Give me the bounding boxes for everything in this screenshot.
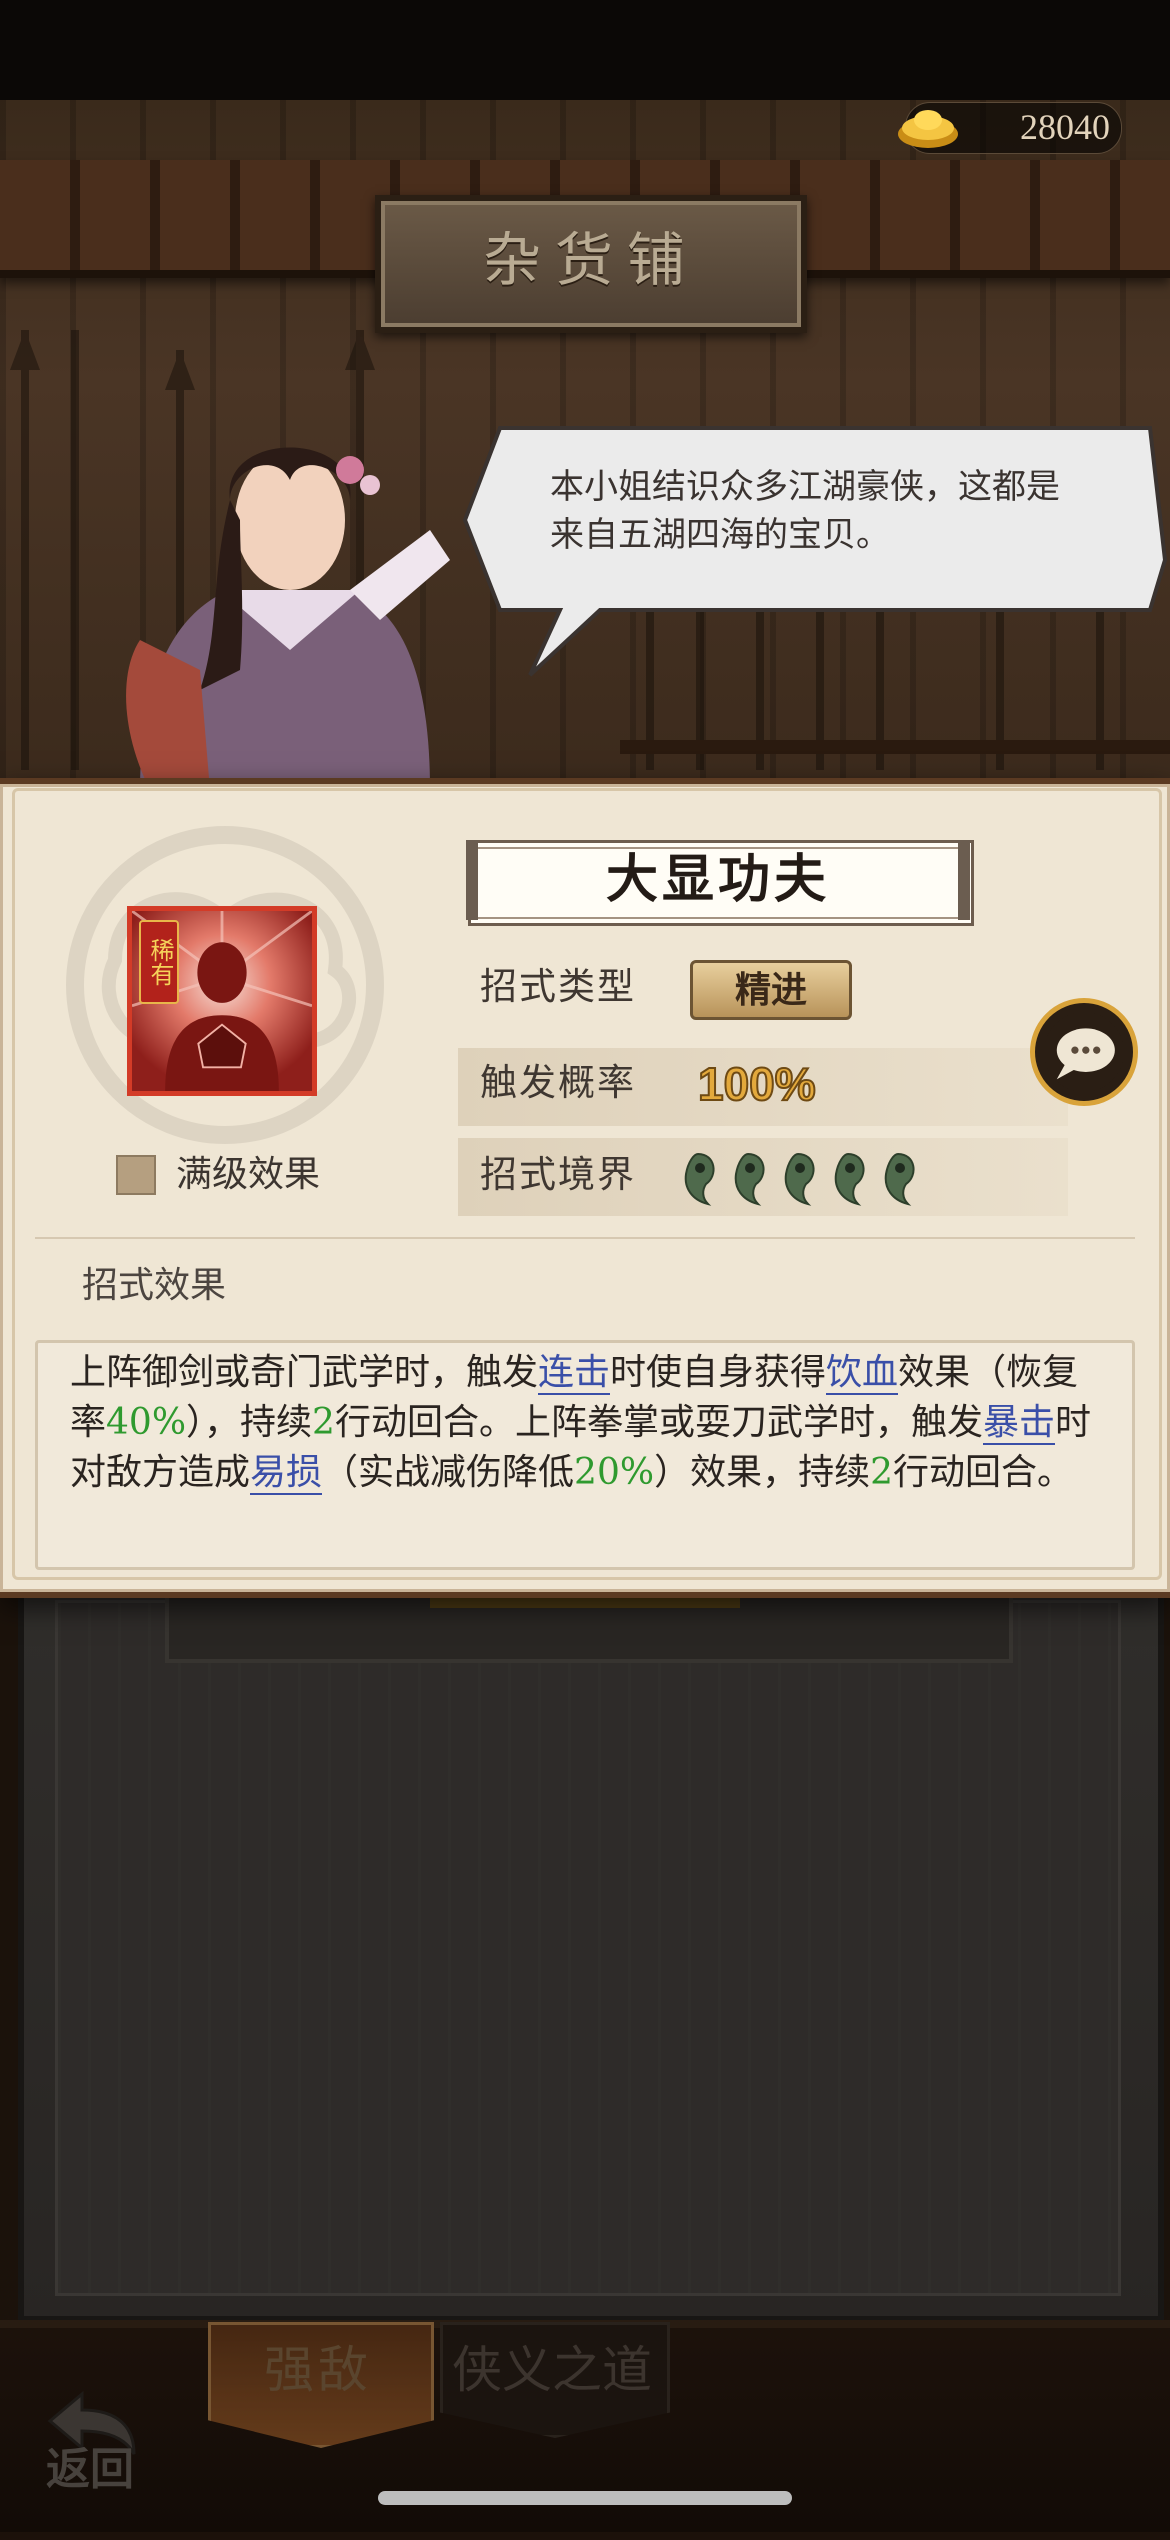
home-indicator[interactable]	[378, 2491, 792, 2505]
gold-ingot-icon	[898, 110, 958, 148]
realm-pip-icon	[684, 1152, 715, 1206]
trigger-rate-value: 100%	[697, 1057, 817, 1111]
realm-pip-dot	[745, 1163, 755, 1173]
keyword-baoji[interactable]: 暴击	[982, 1402, 1055, 1445]
realm-level-pips	[684, 1152, 915, 1206]
skill-type-label: 招式类型	[480, 965, 636, 1008]
name-bracket-right	[958, 840, 970, 920]
status-bar-area	[0, 0, 1170, 100]
effect-header: 招式效果	[82, 1265, 227, 1306]
modal-overlay[interactable]	[0, 1585, 1170, 2532]
max-level-label: 满级效果	[176, 1154, 321, 1195]
shelf	[620, 740, 1170, 754]
name-bracket-left	[466, 840, 478, 920]
chat-bubble-icon[interactable]	[1030, 998, 1138, 1106]
realm-pip-dot	[845, 1163, 855, 1173]
realm-pip-dot	[795, 1163, 805, 1173]
skill-name: 大显功夫	[605, 849, 830, 910]
realm-pip-icon	[884, 1152, 915, 1206]
effect-description: 上阵御剑或奇门武学时，触发连击时使自身获得饮血效果（恢复率40%），持续2行动回…	[70, 1352, 1091, 1495]
rarity-badge: 稀有	[139, 920, 179, 1004]
realm-pip-icon	[784, 1152, 815, 1206]
realm-pip-dot	[895, 1163, 905, 1173]
keyword-yinxue[interactable]: 饮血	[826, 1352, 899, 1395]
skill-realm-label: 招式境界	[480, 1153, 636, 1196]
realm-pip-icon	[734, 1152, 765, 1206]
shopkeeper-portrait	[126, 447, 450, 790]
gold-amount: 28040	[1020, 107, 1110, 147]
shopkeeper-speech: 本小姐结识众多江湖豪侠，这都是来自五湖四海的宝贝。	[550, 467, 1060, 555]
divider	[35, 1237, 1135, 1239]
realm-pip-dot	[695, 1163, 705, 1173]
keyword-yisun[interactable]: 易损	[250, 1452, 323, 1495]
keyword-lianji[interactable]: 连击	[538, 1352, 611, 1395]
skill-type-badge: 精进	[690, 960, 852, 1020]
realm-pip-icon	[834, 1152, 865, 1206]
trigger-rate-label: 触发概率	[480, 1061, 636, 1104]
max-level-checkbox[interactable]	[116, 1155, 156, 1195]
shop-title: 杂货铺	[482, 226, 699, 294]
